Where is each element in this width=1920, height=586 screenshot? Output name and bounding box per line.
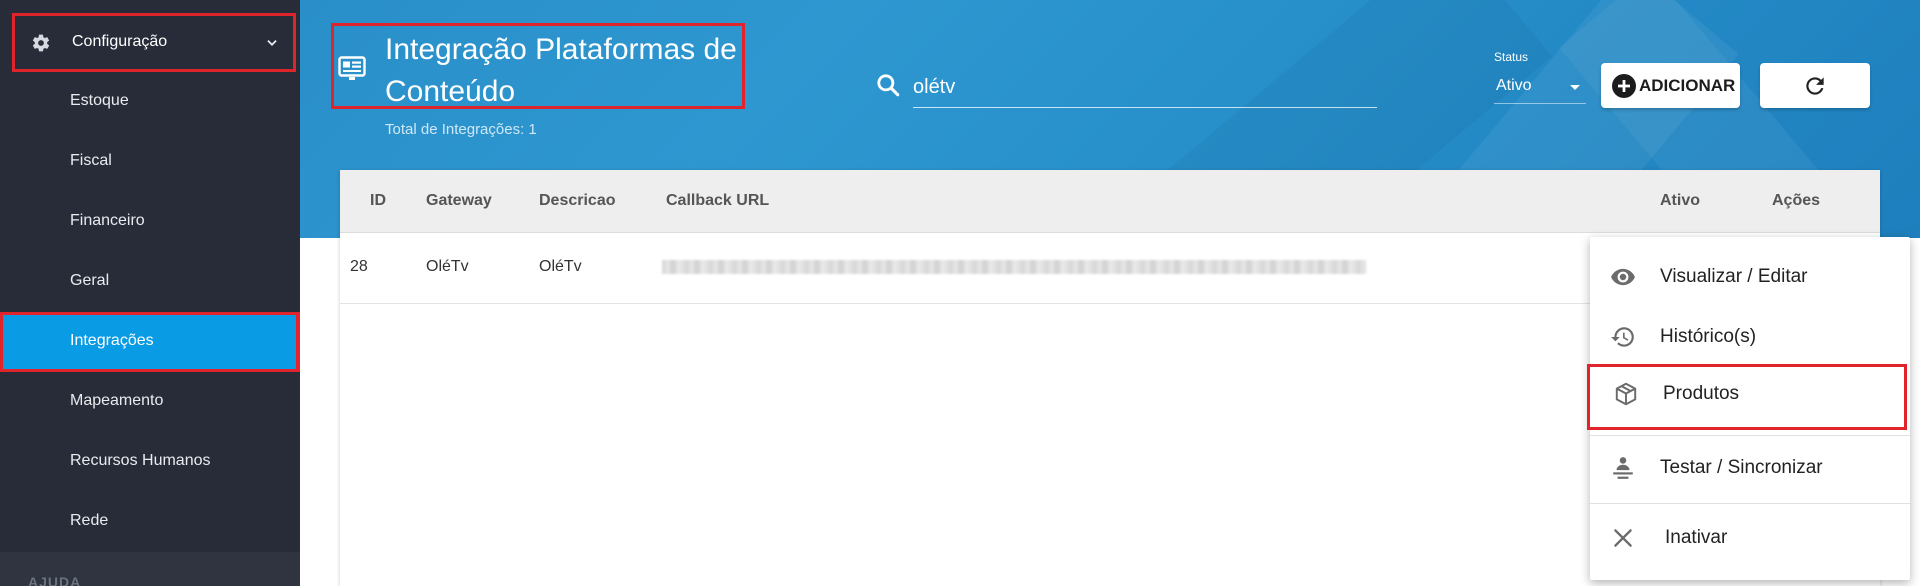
column-header-callback-url[interactable]: Callback URL [666, 192, 769, 210]
sidebar-item-mapeamento[interactable]: Mapeamento [0, 372, 300, 432]
sidebar-item-label: Geral [70, 272, 110, 289]
row-actions-menu: Visualizar / Editar Histórico(s) Produto… [1587, 237, 1910, 580]
sidebar-section-ajuda: AJUDA [0, 552, 300, 586]
sidebar-item-label: Financeiro [70, 212, 145, 229]
menu-item-historico[interactable]: Histórico(s) [1590, 307, 1910, 367]
status-label: Status [1494, 50, 1529, 64]
menu-item-inativar[interactable]: Inativar [1590, 508, 1910, 568]
eye-icon [1611, 268, 1635, 286]
sidebar-item-integracoes[interactable]: Integrações [0, 312, 300, 372]
table-header: ID Gateway Descricao Callback URL Ativo … [340, 170, 1880, 233]
column-header-ativo[interactable]: Ativo [1660, 192, 1700, 210]
sidebar-item-label: Integrações [70, 332, 154, 349]
sidebar: Configuração Estoque Fiscal Financeiro G… [0, 0, 300, 586]
column-header-gateway[interactable]: Gateway [426, 192, 492, 210]
add-button[interactable]: ADICIONAR [1601, 63, 1740, 108]
menu-item-testar-sincronizar[interactable]: Testar / Sincronizar [1590, 438, 1910, 498]
sidebar-config-label: Configuração [72, 33, 168, 50]
caret-down-icon [1570, 85, 1580, 90]
menu-divider [1590, 435, 1910, 436]
history-icon [1611, 327, 1634, 347]
menu-item-label: Histórico(s) [1660, 326, 1757, 347]
sidebar-config-header[interactable]: Configuração [12, 13, 296, 72]
search-icon [877, 74, 900, 97]
add-button-label: ADICIONAR [1639, 76, 1736, 95]
refresh-button[interactable] [1760, 63, 1870, 108]
integration-icon [338, 56, 366, 80]
close-icon [1614, 529, 1632, 547]
menu-item-label: Inativar [1665, 527, 1728, 548]
sync-user-icon [1613, 457, 1633, 479]
status-selected-value: Ativo [1496, 77, 1532, 94]
menu-item-label: Visualizar / Editar [1660, 266, 1808, 287]
page-title: Integração Plataformas de Conteúdo [385, 33, 737, 108]
total-integrations: Total de Integrações: 1 [385, 121, 537, 138]
search-input[interactable] [913, 68, 1377, 108]
cell-callback-url-redacted [662, 260, 1366, 274]
sidebar-item-financeiro[interactable]: Financeiro [0, 192, 300, 252]
sidebar-item-fiscal[interactable]: Fiscal [0, 132, 300, 192]
sidebar-item-label: Mapeamento [70, 392, 164, 409]
sidebar-item-label: Fiscal [70, 152, 112, 169]
menu-item-produtos[interactable]: Produtos [1587, 364, 1907, 430]
sidebar-section-label: AJUDA [28, 574, 82, 586]
gear-icon [32, 34, 50, 52]
sidebar-item-label: Rede [70, 512, 109, 529]
sidebar-item-label: Estoque [70, 92, 129, 109]
status-select[interactable]: Ativo [1494, 72, 1586, 104]
cell-descricao: OléTv [539, 258, 582, 275]
column-header-id[interactable]: ID [370, 192, 386, 210]
sidebar-item-rede[interactable]: Rede [0, 492, 300, 552]
box-icon [1615, 382, 1637, 406]
sidebar-item-estoque[interactable]: Estoque [0, 72, 300, 132]
sidebar-item-label: Recursos Humanos [70, 452, 211, 469]
chevron-down-icon [267, 40, 277, 46]
column-header-acoes: Ações [1772, 192, 1821, 209]
sidebar-item-recursos-humanos[interactable]: Recursos Humanos [0, 432, 300, 492]
menu-item-label: Testar / Sincronizar [1660, 457, 1823, 478]
column-header-descricao[interactable]: Descricao [539, 192, 616, 210]
add-circle-icon [1612, 74, 1636, 98]
sidebar-item-geral[interactable]: Geral [0, 252, 300, 312]
menu-item-label: Produtos [1663, 383, 1740, 404]
menu-divider [1590, 503, 1910, 504]
refresh-icon [1806, 77, 1824, 95]
cell-gateway: OléTv [426, 258, 469, 275]
menu-item-visualizar-editar[interactable]: Visualizar / Editar [1590, 247, 1910, 307]
cell-id: 28 [350, 258, 368, 275]
